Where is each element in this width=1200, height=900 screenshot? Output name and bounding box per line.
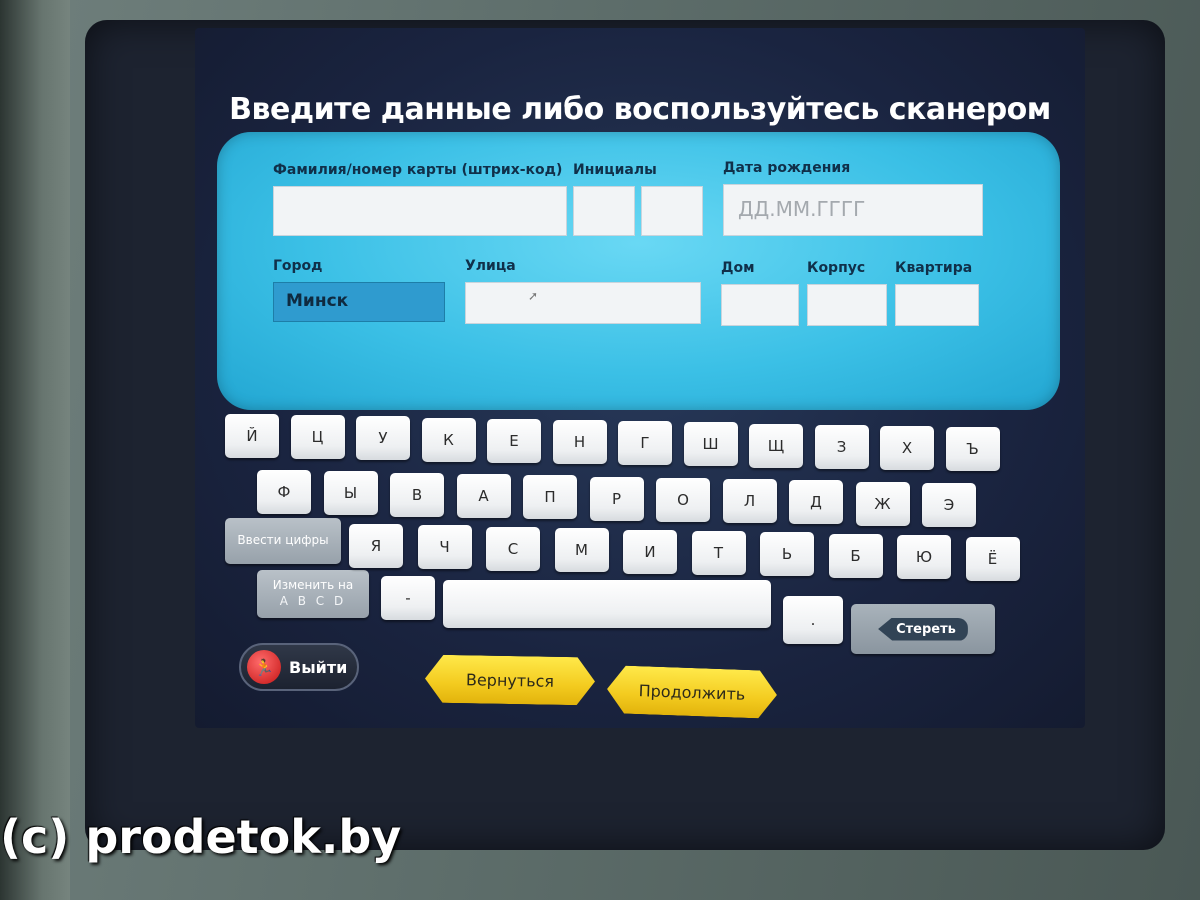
key-Ф[interactable]: Ф <box>257 470 311 514</box>
building-input[interactable] <box>807 284 887 326</box>
city-input[interactable]: Минск <box>273 282 445 322</box>
apartment-input[interactable] <box>895 284 979 326</box>
key-Я[interactable]: Я <box>349 524 403 568</box>
mouse-cursor-icon: ➚ <box>528 289 539 303</box>
form-panel: Фамилия/номер карты (штрих-код) Инициалы… <box>217 132 1060 410</box>
key-И[interactable]: И <box>623 529 677 574</box>
key-С[interactable]: С <box>486 526 540 571</box>
key-В[interactable]: В <box>390 472 444 517</box>
key-Э[interactable]: Э <box>922 483 976 527</box>
key-Л[interactable]: Л <box>722 479 777 524</box>
street-input[interactable]: ➚ <box>465 282 701 324</box>
key-Е[interactable]: Е <box>487 418 541 463</box>
key-О[interactable]: О <box>656 477 710 522</box>
switch-layout-label: Изменить на <box>272 578 354 593</box>
exit-button[interactable]: 🏃 Выйти <box>239 643 359 691</box>
key-Ъ[interactable]: Ъ <box>945 427 1000 472</box>
key-Ю[interactable]: Ю <box>897 535 951 580</box>
key-dot[interactable]: . <box>783 596 843 644</box>
initial-first-input[interactable] <box>573 186 635 236</box>
key-Т[interactable]: Т <box>691 531 746 575</box>
backspace-label: Стереть <box>878 617 968 641</box>
key-Д[interactable]: Д <box>789 480 843 525</box>
building-label: Корпус <box>807 260 866 276</box>
switch-layout-button[interactable]: Изменить на A B C D <box>257 570 369 618</box>
key-М[interactable]: М <box>554 528 609 573</box>
key-П[interactable]: П <box>523 475 577 520</box>
house-input[interactable] <box>721 284 799 326</box>
key-Й[interactable]: Й <box>225 414 279 458</box>
key-Ц[interactable]: Ц <box>290 415 345 460</box>
key-У[interactable]: У <box>356 416 410 461</box>
key-Б[interactable]: Б <box>828 533 883 578</box>
dob-input[interactable]: ДД.ММ.ГГГГ <box>723 184 983 236</box>
page-title: Введите данные либо воспользуйтесь скане… <box>229 92 1051 127</box>
key-Ь[interactable]: Ь <box>760 532 814 577</box>
key-А[interactable]: А <box>456 473 511 518</box>
key-Ш[interactable]: Ш <box>683 422 738 467</box>
exit-label: Выйти <box>289 657 348 677</box>
surname-label: Фамилия/номер карты (штрих-код) <box>273 162 563 178</box>
apartment-label: Квартира <box>895 260 973 276</box>
key-Г[interactable]: Г <box>618 421 672 466</box>
space-bar[interactable] <box>443 580 771 628</box>
key-Р[interactable]: Р <box>589 476 644 521</box>
back-button[interactable]: Вернуться <box>425 655 596 706</box>
key-Ё[interactable]: Ё <box>965 536 1020 581</box>
key-Щ[interactable]: Щ <box>749 423 803 468</box>
enter-digits-button[interactable]: Ввести цифры <box>225 518 341 564</box>
enter-digits-label: Ввести цифры <box>237 533 329 548</box>
initials-label: Инициалы <box>573 162 657 178</box>
key-Х[interactable]: Х <box>880 426 934 470</box>
watermark: (c) prodetok.by <box>0 810 402 864</box>
backspace-button[interactable]: Стереть <box>851 604 995 654</box>
kiosk-screen: Введите данные либо воспользуйтесь скане… <box>195 28 1085 728</box>
kiosk-frame-left <box>0 0 70 900</box>
city-label: Город <box>273 258 323 274</box>
initial-second-input[interactable] <box>641 186 703 236</box>
switch-layout-alt: A B C D <box>279 594 347 608</box>
dob-label: Дата рождения <box>723 160 851 176</box>
key-dash[interactable]: - <box>381 576 435 620</box>
surname-input[interactable] <box>273 186 567 236</box>
key-Ы[interactable]: Ы <box>323 471 378 516</box>
key-Ч[interactable]: Ч <box>417 525 472 570</box>
key-З[interactable]: З <box>814 424 869 469</box>
street-label: Улица <box>465 258 516 274</box>
key-Ж[interactable]: Ж <box>855 481 910 526</box>
key-К[interactable]: К <box>421 417 476 462</box>
continue-button[interactable]: Продолжить <box>606 665 778 719</box>
house-label: Дом <box>721 260 755 276</box>
key-Н[interactable]: Н <box>552 420 607 464</box>
exit-running-man-icon: 🏃 <box>247 650 281 684</box>
